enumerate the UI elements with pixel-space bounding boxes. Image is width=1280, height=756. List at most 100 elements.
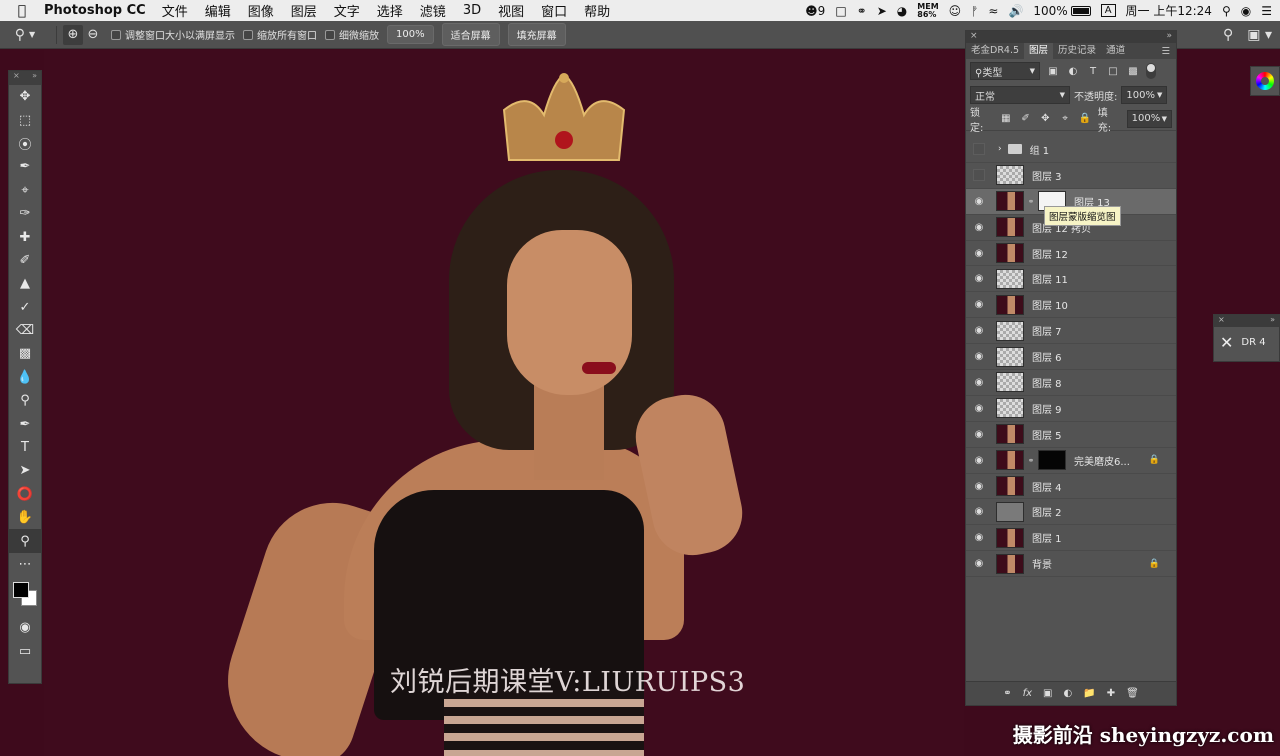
layer-name[interactable]: 图层 10 [1032,297,1068,312]
layer-thumbnail[interactable] [996,217,1024,238]
blend-mode-select[interactable]: 正常 ▼ [970,86,1070,104]
layer-name[interactable]: 图层 2 [1032,504,1062,519]
layer-row[interactable]: ◉ 图层 9 [966,396,1176,422]
layer-mask-thumbnail[interactable] [1038,450,1066,471]
resize-windows-checkbox[interactable]: 调整窗口大小以满屏显示 [111,27,235,42]
layer-name[interactable]: 图层 1 [1032,530,1062,545]
input-method[interactable]: A [1100,4,1116,17]
document-canvas[interactable]: 刘锐后期课堂V:LIURUIPS3 [44,50,964,756]
panel-titlebar[interactable]: ×» [1214,315,1279,327]
filter-type-icon[interactable]: T [1086,66,1100,77]
filter-pixel-icon[interactable]: ▣ [1046,66,1060,77]
siri-icon[interactable]: ◉ [1241,4,1251,18]
layer-thumbnail[interactable] [996,553,1024,574]
eye-icon[interactable]: ◉ [966,532,992,543]
layer-name[interactable]: 图层 6 [1032,349,1062,364]
layer-thumbnail[interactable] [996,527,1024,548]
layer-thumbnail[interactable] [996,191,1024,212]
layer-row[interactable]: 图层 3 [966,163,1176,189]
layer-name[interactable]: 背景 [1032,556,1052,571]
menu-image[interactable]: 图像 [248,1,274,20]
clone-stamp-tool-icon[interactable]: ▲ [9,272,41,295]
menu-window[interactable]: 窗口 [541,1,567,20]
lock-transparent-icon[interactable]: ▦ [999,113,1013,124]
layer-thumbnail[interactable] [996,243,1024,263]
menu-type[interactable]: 文字 [334,1,360,20]
eye-icon[interactable]: ◉ [966,558,992,569]
marquee-tool-icon[interactable]: ⬚ [9,108,41,131]
battery-indicator[interactable]: 100% [1033,4,1091,18]
chevron-right-icon[interactable]: › [998,144,1002,154]
layer-row[interactable]: ◉ 图层 2 [966,499,1176,526]
eye-icon[interactable]: ◉ [966,196,992,207]
eye-icon[interactable]: ◉ [966,273,992,284]
adjustment-layer-icon[interactable]: ◐ [1064,688,1073,699]
filter-adjustment-icon[interactable]: ◐ [1066,66,1080,77]
crop-app-icon[interactable]: □ [835,4,846,18]
history-brush-tool-icon[interactable]: ✓ [9,296,41,319]
hand-tool-icon[interactable]: ✋ [9,506,41,529]
new-group-icon[interactable]: 📁 [1083,688,1095,699]
quick-select-tool-icon[interactable]: ✒ [9,155,41,178]
hidden-visibility-box[interactable] [966,169,992,181]
move-tool-icon[interactable]: ✥ [9,85,41,108]
layer-row[interactable]: ◉ 图层 5 [966,422,1176,448]
quick-mask-icon[interactable]: ◉ [9,616,41,639]
layer-row[interactable]: ◉ 图层 12 [966,241,1176,267]
collapse-icon[interactable]: » [1166,31,1172,43]
menu-layer[interactable]: 图层 [291,1,317,20]
layer-name[interactable]: 图层 8 [1032,375,1062,390]
new-layer-icon[interactable]: ✚ [1107,688,1115,699]
scrubby-zoom-checkbox[interactable]: 细微缩放 [325,27,379,42]
eye-icon[interactable]: ◉ [966,506,992,517]
workspace-icon[interactable]: ▣ ▾ [1247,27,1272,43]
crop-tool-icon[interactable]: ⌖ [9,179,41,202]
layer-thumbnail[interactable] [996,450,1024,471]
layer-name[interactable]: 图层 7 [1032,323,1062,338]
send-icon[interactable]: ➤ [877,4,887,18]
layer-row[interactable]: ◉ 图层 7 [966,318,1176,345]
close-icon[interactable]: × [970,31,978,43]
layer-name[interactable]: 图层 9 [1032,401,1062,416]
search-icon[interactable]: ⚲ [1223,27,1233,43]
eye-icon[interactable]: ◉ [966,248,992,259]
apple-icon[interactable]:  [0,3,44,19]
layer-style-icon[interactable]: fx [1023,688,1032,699]
layer-row[interactable]: ◉ 图层 6 [966,344,1176,371]
filter-type-select[interactable]: ⚲类型 ▼ [970,62,1040,80]
pen-tool-icon[interactable]: ✒ [9,412,41,435]
lock-all-icon[interactable]: 🔒 [1078,113,1092,124]
zoom-all-windows-checkbox[interactable]: 缩放所有窗口 [243,27,317,42]
zoom-tool-icon[interactable]: ⚲ [9,529,41,553]
filter-smart-object-icon[interactable]: ▩ [1126,66,1140,77]
timer-icon[interactable]: ◕ [897,4,907,18]
filter-shape-icon[interactable]: □ [1106,66,1120,77]
tools-panel-header[interactable]: ×» [9,71,41,85]
hidden-visibility-box[interactable] [966,143,992,155]
lasso-tool-icon[interactable]: ⦿ [9,132,41,155]
menu-select[interactable]: 选择 [377,1,403,20]
notification-center-icon[interactable]: ☰ [1261,4,1272,18]
layer-thumbnail[interactable] [996,294,1024,315]
menu-help[interactable]: 帮助 [584,1,610,20]
layer-thumbnail[interactable] [996,398,1024,419]
dr4-button[interactable]: ✕ DR 4 [1214,327,1279,358]
ellipse-tool-icon[interactable]: ⭕ [9,483,41,506]
eye-icon[interactable]: ◉ [966,429,992,440]
layer-name[interactable]: 图层 12 [1032,246,1068,261]
layer-name[interactable]: 图层 4 [1032,479,1062,494]
path-selection-tool-icon[interactable]: ➤ [9,459,41,482]
eye-icon[interactable]: ◉ [966,455,992,466]
layer-row[interactable]: › 组 1 [966,137,1176,163]
eraser-tool-icon[interactable]: ⌫ [9,319,41,342]
eye-icon[interactable]: ◉ [966,481,992,492]
lock-image-icon[interactable]: ✐ [1019,113,1033,124]
app-name-menu[interactable]: Photoshop CC [44,3,146,18]
menu-3d[interactable]: 3D [463,3,481,18]
collapse-icon[interactable]: » [1270,315,1275,327]
layer-row[interactable]: ◉ 图层 4 [966,474,1176,500]
layer-row[interactable]: ◉ 图层 8 [966,370,1176,396]
eye-icon[interactable]: ◉ [966,325,992,336]
menu-filter[interactable]: 滤镜 [420,1,446,20]
eye-icon[interactable]: ◉ [966,222,992,233]
